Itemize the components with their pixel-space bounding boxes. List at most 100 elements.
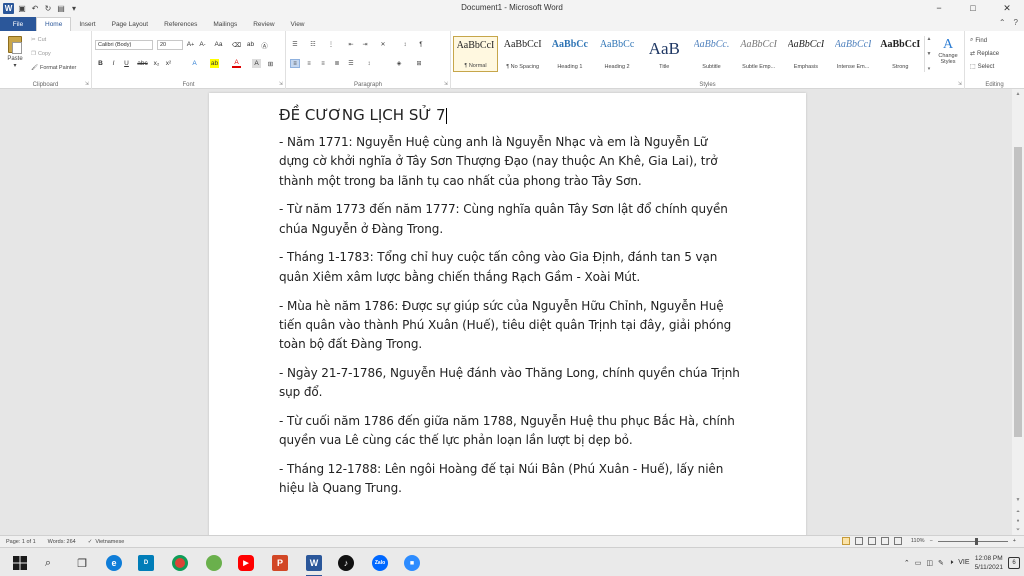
decrease-indent-icon[interactable]: ⇤ [346, 40, 356, 49]
outline-view-icon[interactable] [880, 537, 889, 545]
align-left-icon[interactable]: ≡ [290, 59, 300, 68]
paste-button[interactable]: Paste ▾ [4, 36, 26, 74]
document-paragraph[interactable]: - Tháng 1-1783: Tổng chỉ huy cuộc tấn cô… [279, 248, 741, 287]
document-paragraph[interactable]: - Năm 1771: Nguyễn Huệ cùng anh là Nguyễ… [279, 133, 741, 191]
bullets-icon[interactable]: ☰ [290, 40, 300, 49]
show-paragraph-marks-icon[interactable]: ¶ [416, 40, 426, 49]
help-icon[interactable]: ? [1014, 18, 1018, 27]
paragraph-launcher-icon[interactable]: ⇲ [444, 81, 448, 87]
shading-icon[interactable]: ◈ [394, 59, 404, 68]
clipboard-launcher-icon[interactable]: ⇲ [85, 81, 89, 87]
style-subtle-emphasis[interactable]: AaBbCcI Subtle Emp... [736, 36, 781, 72]
grow-font-icon[interactable]: A + [186, 40, 195, 49]
powerpoint-icon[interactable]: P [270, 553, 290, 573]
numbering-icon[interactable]: ☷ [308, 40, 318, 49]
character-border-icon[interactable]: ⊞ [266, 59, 275, 68]
language-indicator[interactable]: ✓ Vietnamese [82, 539, 131, 545]
align-right-icon[interactable]: ≡ [318, 59, 328, 68]
text-effects-icon[interactable]: A [190, 59, 199, 68]
tab-references[interactable]: References [156, 17, 205, 31]
clock[interactable]: 12:08 PM 5/11/2021 [975, 554, 1003, 572]
select-button[interactable]: ⬚ Select [970, 63, 994, 71]
style-normal[interactable]: AaBbCcI ¶ Normal [453, 36, 498, 72]
close-button[interactable]: ✕ [990, 0, 1024, 16]
zoom-slider[interactable] [937, 537, 1008, 545]
line-spacing-icon[interactable]: ↕ [364, 59, 374, 68]
borders-icon[interactable]: ⊞ [414, 59, 424, 68]
distributed-icon[interactable]: ☰ [346, 59, 356, 68]
zoom-level[interactable]: 110% [911, 538, 925, 544]
notification-center-icon[interactable]: 6 [1008, 556, 1020, 569]
web-layout-icon[interactable] [867, 537, 876, 545]
edge-icon[interactable]: e [104, 553, 124, 573]
zoom-slider-thumb[interactable] [974, 537, 978, 545]
font-color-icon[interactable]: A [232, 59, 241, 68]
document-page[interactable]: ĐỀ CƯƠNG LỊCH SỬ 7 - Năm 1771: Nguyễn Hu… [209, 93, 806, 535]
style-strong[interactable]: AaBbCcI Strong [878, 36, 923, 72]
zalo-icon[interactable]: Zalo [370, 553, 390, 573]
change-case-icon[interactable]: Aa [214, 40, 223, 49]
zoom-app-icon[interactable]: ■ [402, 553, 422, 573]
print-preview-icon[interactable]: ▤ [56, 3, 66, 13]
input-language[interactable]: VIE [958, 559, 969, 566]
full-screen-reading-icon[interactable] [854, 537, 863, 545]
change-styles-button[interactable]: A Change Styles [935, 37, 961, 65]
style-emphasis[interactable]: AaBbCcI Emphasis [783, 36, 828, 72]
gallery-more-icon[interactable]: ▾ [928, 66, 931, 72]
word-logo-icon[interactable]: W [3, 2, 14, 14]
zoom-out-button[interactable]: − [930, 538, 933, 544]
underline-icon[interactable]: U [122, 59, 131, 68]
zoom-in-button[interactable]: + [1013, 538, 1016, 544]
subscript-icon[interactable]: x₂ [152, 59, 161, 68]
document-paragraph[interactable]: - Ngày 21-7-1786, Nguyễn Huệ đánh vào Th… [279, 364, 741, 403]
windows-start-icon[interactable] [10, 553, 30, 573]
phonetic-guide-icon[interactable]: ab [246, 40, 255, 49]
tab-page-layout[interactable]: Page Layout [104, 17, 157, 31]
sort-icon[interactable]: ↕ [400, 40, 410, 49]
multilevel-list-icon[interactable]: ⋮ [326, 40, 336, 49]
page-count[interactable]: Page: 1 of 1 [0, 539, 42, 545]
style-heading-2[interactable]: AaBbCc Heading 2 [595, 36, 640, 72]
font-size-combo[interactable]: 20 [157, 40, 183, 50]
undo-icon[interactable]: ↶ [30, 3, 40, 13]
increase-indent-icon[interactable]: ⇥ [360, 40, 370, 49]
font-name-combo[interactable]: Calibri (Body) [95, 40, 153, 50]
scrollbar-thumb[interactable] [1014, 147, 1022, 437]
app-green-icon[interactable] [204, 553, 224, 573]
tab-view[interactable]: View [283, 17, 313, 31]
minimize-button[interactable]: − [922, 0, 956, 16]
cut-button[interactable]: ✂ Cut [31, 37, 46, 43]
highlight-icon[interactable]: ab [210, 59, 219, 68]
chrome-icon[interactable] [170, 553, 190, 573]
scroll-up-icon[interactable]: ▲ [1012, 89, 1024, 99]
network-icon[interactable]: ◫ [926, 559, 933, 567]
document-paragraph[interactable]: - Từ năm 1773 đến năm 1777: Cùng nghĩa q… [279, 200, 741, 239]
battery-icon[interactable]: ▭ [915, 559, 922, 567]
word-icon[interactable]: W [304, 553, 324, 576]
asian-layout-icon[interactable]: ✕ [378, 40, 388, 49]
font-launcher-icon[interactable]: ⇲ [279, 81, 283, 87]
format-painter-button[interactable]: 🖌 Format Painter [31, 65, 76, 71]
volume-icon[interactable]: 🕨 [949, 559, 953, 567]
shrink-font-icon[interactable]: A- [198, 40, 207, 49]
tab-review[interactable]: Review [245, 17, 282, 31]
document-paragraph[interactable]: - Tháng 12-1788: Lên ngôi Hoàng đế tại N… [279, 460, 741, 499]
style-no-spacing[interactable]: AaBbCcI ¶ No Spacing [500, 36, 545, 72]
redo-icon[interactable]: ↻ [43, 3, 53, 13]
page-content[interactable]: ĐỀ CƯƠNG LỊCH SỬ 7 - Năm 1771: Nguyễn Hu… [279, 105, 741, 508]
italic-icon[interactable]: I [109, 59, 118, 68]
search-icon[interactable]: ⌕ [38, 553, 58, 573]
tab-insert[interactable]: Insert [71, 17, 103, 31]
superscript-icon[interactable]: x² [164, 59, 173, 68]
save-icon[interactable]: ▣ [17, 3, 27, 13]
maximize-button[interactable]: □ [956, 0, 990, 16]
document-title[interactable]: ĐỀ CƯƠNG LỊCH SỬ 7 [279, 105, 741, 125]
tray-overflow-icon[interactable]: ⌃ [904, 559, 910, 567]
vertical-scrollbar[interactable]: ▲ ▼ ⏶ ● ⏷ [1012, 89, 1024, 535]
gallery-down-icon[interactable]: ▼ [927, 51, 932, 57]
youtube-icon[interactable]: ▶ [236, 553, 256, 573]
document-paragraph[interactable]: - Mùa hè năm 1786: Được sự giúp sức của … [279, 297, 741, 355]
tiktok-icon[interactable]: ♪ [336, 553, 356, 573]
pen-icon[interactable]: ✎ [938, 559, 944, 567]
replace-button[interactable]: ⇄ Replace [970, 50, 999, 58]
